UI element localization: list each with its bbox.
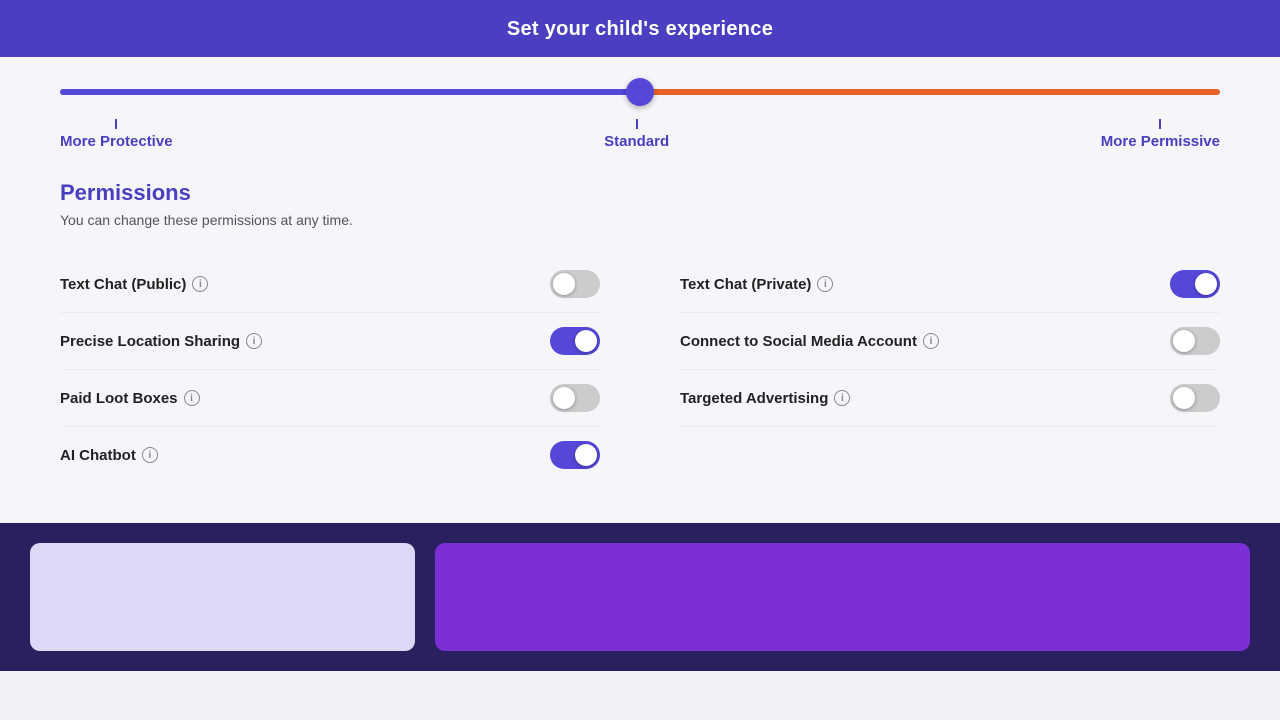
- tick-left: [115, 119, 117, 129]
- toggle-paid-loot-boxes[interactable]: [550, 384, 600, 412]
- info-icon-paid-loot-boxes[interactable]: i: [184, 390, 200, 406]
- permissions-title: Permissions: [60, 180, 1220, 206]
- permission-col-right: Text Chat (Private) i Connect to Social …: [640, 256, 1220, 483]
- toggle-text-chat-public[interactable]: [550, 270, 600, 298]
- info-icon-text-chat-private[interactable]: i: [817, 276, 833, 292]
- permission-row-precise-location: Precise Location Sharing i: [60, 313, 600, 370]
- permission-row-text-chat-public: Text Chat (Public) i: [60, 256, 600, 313]
- toggle-thumb-ai-chatbot: [575, 444, 597, 466]
- permission-row-paid-loot-boxes: Paid Loot Boxes i: [60, 370, 600, 427]
- permission-label-targeted-advertising: Targeted Advertising i: [680, 390, 850, 407]
- permissions-section: Permissions You can change these permiss…: [60, 160, 1220, 493]
- tick-center: [636, 119, 638, 129]
- toggle-thumb-social-media: [1173, 330, 1195, 352]
- slider-labels: More Protective Standard More Permissive: [60, 115, 1220, 150]
- header-title: Set your child's experience: [0, 18, 1280, 41]
- info-icon-targeted-advertising[interactable]: i: [834, 390, 850, 406]
- toggle-thumb-precise-location: [575, 330, 597, 352]
- toggle-thumb-text-chat-private: [1195, 273, 1217, 295]
- permission-row-social-media: Connect to Social Media Account i: [680, 313, 1220, 370]
- permission-row-targeted-advertising: Targeted Advertising i: [680, 370, 1220, 427]
- main-content: More Protective Standard More Permissive…: [0, 57, 1280, 523]
- slider-track-container[interactable]: [60, 85, 1220, 99]
- info-icon-ai-chatbot[interactable]: i: [142, 447, 158, 463]
- toggle-targeted-advertising[interactable]: [1170, 384, 1220, 412]
- footer-card-purple: [435, 543, 1250, 651]
- toggle-text-chat-private[interactable]: [1170, 270, 1220, 298]
- slider-thumb[interactable]: [626, 78, 654, 106]
- slider-label-protective: More Protective: [60, 119, 173, 150]
- toggle-thumb-paid-loot-boxes: [553, 387, 575, 409]
- slider-label-permissive: More Permissive: [1101, 119, 1220, 150]
- permission-col-left: Text Chat (Public) i Precise Location Sh…: [60, 256, 640, 483]
- slider-section: More Protective Standard More Permissive: [60, 85, 1220, 150]
- footer-card-light: [30, 543, 415, 651]
- permission-label-paid-loot-boxes: Paid Loot Boxes i: [60, 390, 200, 407]
- header-banner: Set your child's experience: [0, 0, 1280, 57]
- permissions-subtitle: You can change these permissions at any …: [60, 212, 1220, 228]
- toggle-social-media[interactable]: [1170, 327, 1220, 355]
- footer-area: [0, 523, 1280, 671]
- permission-row-text-chat-private: Text Chat (Private) i: [680, 256, 1220, 313]
- info-icon-precise-location[interactable]: i: [246, 333, 262, 349]
- permission-label-ai-chatbot: AI Chatbot i: [60, 447, 158, 464]
- permission-label-precise-location: Precise Location Sharing i: [60, 333, 262, 350]
- info-icon-social-media[interactable]: i: [923, 333, 939, 349]
- tick-right: [1159, 119, 1161, 129]
- permissions-grid: Text Chat (Public) i Precise Location Sh…: [60, 256, 1220, 483]
- toggle-ai-chatbot[interactable]: [550, 441, 600, 469]
- slider-label-standard: Standard: [604, 119, 669, 150]
- toggle-thumb-text-chat-public: [553, 273, 575, 295]
- footer-cards: [0, 523, 1280, 671]
- toggle-precise-location[interactable]: [550, 327, 600, 355]
- permission-label-text-chat-public: Text Chat (Public) i: [60, 276, 208, 293]
- toggle-thumb-targeted-advertising: [1173, 387, 1195, 409]
- permission-label-text-chat-private: Text Chat (Private) i: [680, 276, 833, 293]
- permission-label-social-media: Connect to Social Media Account i: [680, 333, 939, 350]
- info-icon-text-chat-public[interactable]: i: [192, 276, 208, 292]
- permission-row-ai-chatbot: AI Chatbot i: [60, 427, 600, 483]
